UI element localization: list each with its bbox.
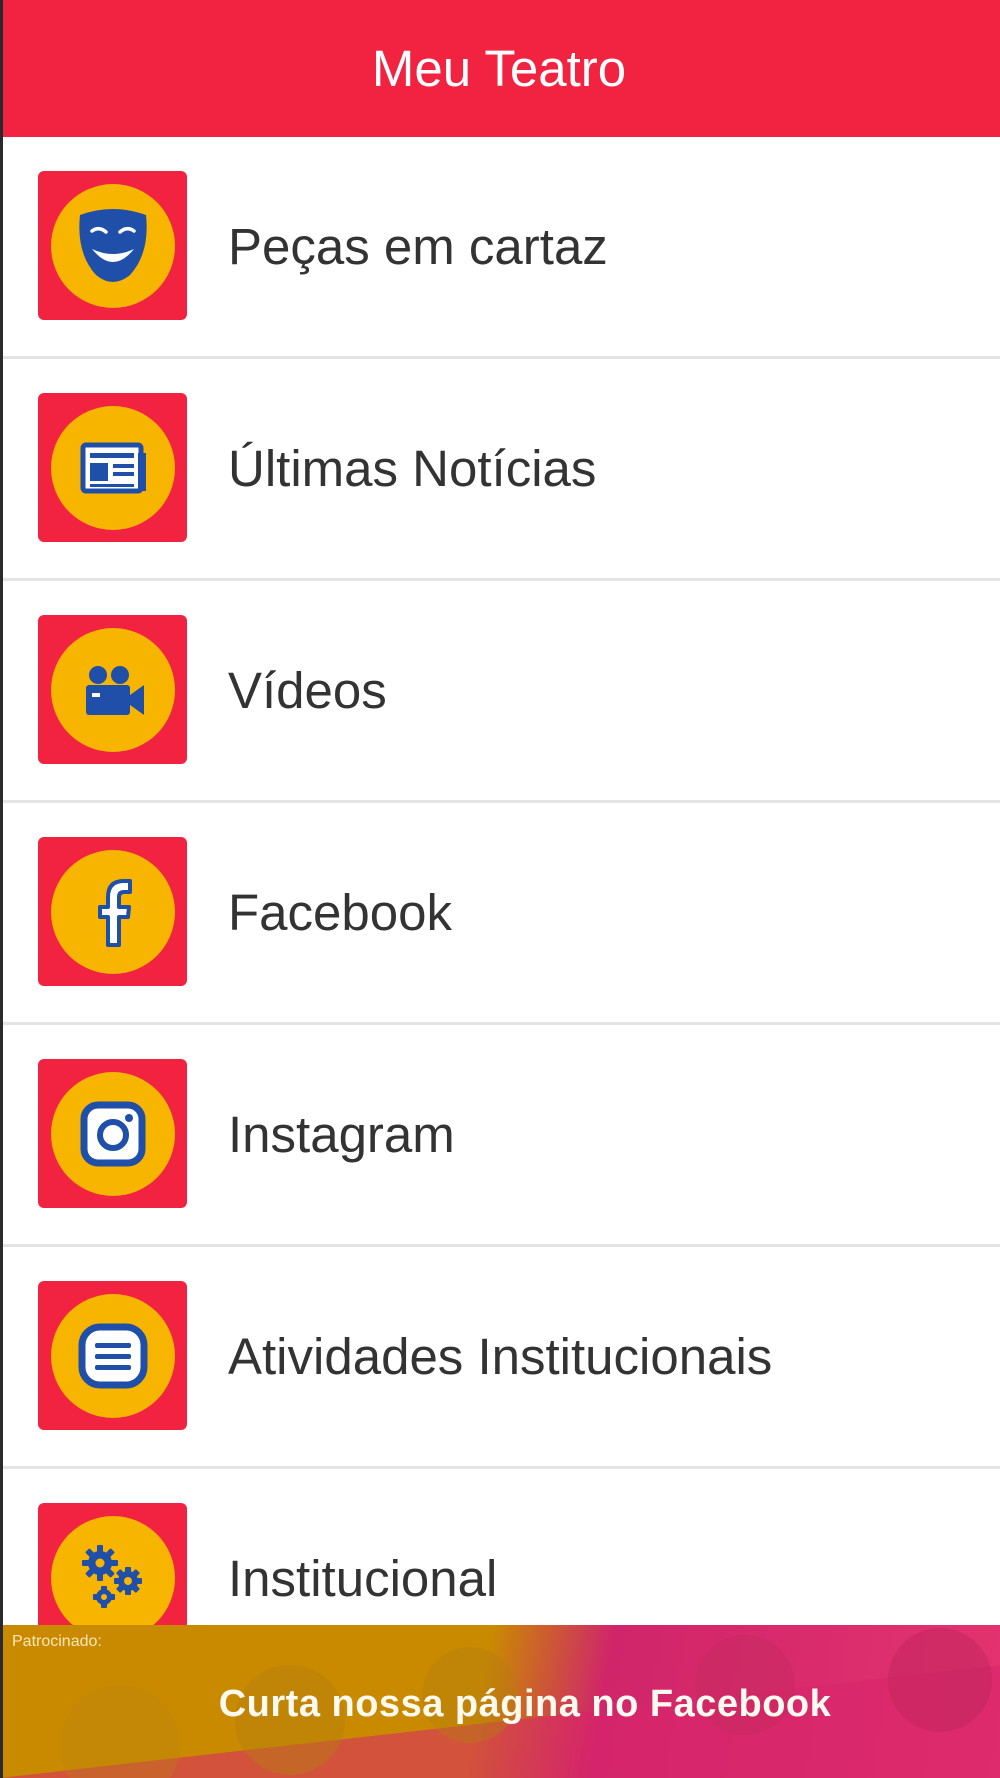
menu-tile [38, 393, 187, 542]
menu-item-videos[interactable]: Vídeos [0, 581, 1000, 803]
theater-mask-icon [78, 208, 147, 282]
facebook-ad-banner[interactable]: Patrocinado: Curta nossa página no Faceb… [0, 1625, 1000, 1778]
icon-disc [50, 1071, 175, 1196]
icon-disc [50, 1293, 175, 1418]
instagram-icon [80, 1101, 145, 1166]
menu-tile [38, 837, 187, 986]
app-header: Meu Teatro [0, 0, 1000, 137]
newspaper-icon [80, 442, 146, 493]
menu-item-ultimas-noticias[interactable]: Últimas Notícias [0, 359, 1000, 581]
menu-item-instagram[interactable]: Instagram [0, 1025, 1000, 1247]
sponsored-label: Patrocinado: [12, 1633, 102, 1650]
icon-disc [50, 627, 175, 752]
menu-item-pecas-em-cartaz[interactable]: Peças em cartaz [0, 137, 1000, 359]
main-menu: Peças em cartaz Últimas Notícias Vídeos … [0, 137, 1000, 1691]
icon-disc [50, 849, 175, 974]
menu-item-label: Instagram [228, 1106, 455, 1163]
left-edge-rule [0, 0, 3, 1778]
banner-cta-text: Curta nossa página no Facebook [218, 1683, 832, 1725]
menu-item-label: Facebook [228, 884, 452, 941]
menu-item-label: Atividades Institucionais [228, 1328, 773, 1385]
menu-item-label: Peças em cartaz [228, 218, 608, 275]
page-title: Meu Teatro [371, 40, 627, 97]
gears-icon [81, 1544, 142, 1608]
menu-item-facebook[interactable]: Facebook [0, 803, 1000, 1025]
menu-item-atividades-institucionais[interactable]: Atividades Institucionais [0, 1247, 1000, 1469]
video-camera-icon [85, 665, 144, 715]
menu-tile [38, 615, 187, 764]
icon-disc [50, 1515, 175, 1640]
menu-item-label: Últimas Notícias [228, 440, 597, 497]
menu-tile [38, 1059, 187, 1208]
menu-tile [38, 171, 187, 320]
menu-tile [38, 1281, 187, 1430]
menu-item-label: Vídeos [228, 662, 387, 719]
icon-disc [50, 405, 175, 530]
list-icon [78, 1323, 147, 1388]
icon-disc [50, 183, 175, 308]
facebook-icon [97, 878, 132, 947]
